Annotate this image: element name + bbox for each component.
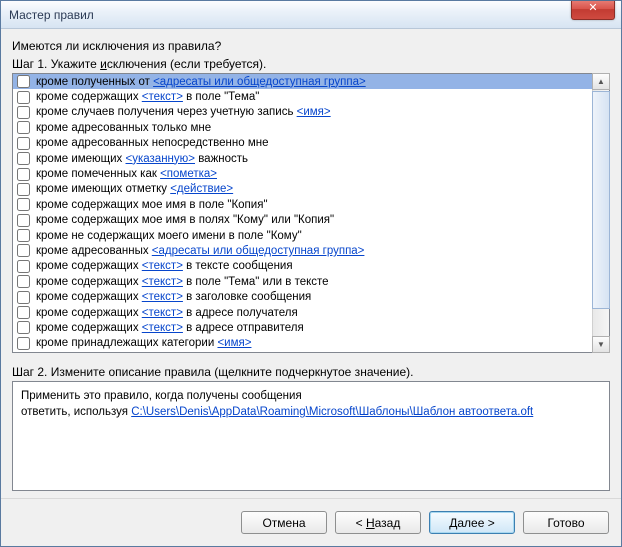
title-bar[interactable]: Мастер правил ✕ (1, 1, 621, 29)
exception-param-link[interactable]: <текст> (142, 276, 183, 288)
exception-text: кроме содержащих <текст> в тексте сообще… (36, 260, 293, 272)
cancel-button[interactable]: Отмена (241, 511, 327, 534)
exception-text: кроме содержащих мое имя в поле "Копия" (36, 199, 268, 211)
exception-checkbox[interactable] (17, 337, 30, 350)
scroll-down-button[interactable]: ▼ (592, 336, 610, 353)
rule-description-box: Применить это правило, когда получены со… (12, 381, 610, 491)
exception-checkbox[interactable] (17, 198, 30, 211)
exception-checkbox[interactable] (17, 75, 30, 88)
exception-text: кроме принадлежащих категории <имя> (36, 337, 251, 349)
exception-row[interactable]: кроме содержащих <текст> в адресе отправ… (13, 320, 592, 335)
exception-checkbox[interactable] (17, 152, 30, 165)
dialog-footer: Отмена < Назад Далее > Готово (1, 498, 621, 546)
close-button[interactable]: ✕ (571, 1, 615, 20)
exceptions-list[interactable]: кроме полученных от <адресаты или общедо… (13, 74, 592, 352)
exception-row[interactable]: кроме случаев получения через учетную за… (13, 105, 592, 120)
exception-checkbox[interactable] (17, 91, 30, 104)
exception-text: кроме содержащих мое имя в полях "Кому" … (36, 214, 334, 226)
exception-row[interactable]: кроме содержащих <текст> в заголовке соо… (13, 289, 592, 304)
template-path-link[interactable]: C:\Users\Denis\AppData\Roaming\Microsoft… (131, 406, 533, 418)
exceptions-listbox: кроме полученных от <адресаты или общедо… (12, 73, 610, 353)
desc-line2: ответить, используя C:\Users\Denis\AppDa… (21, 404, 601, 420)
exception-param-link[interactable]: <текст> (142, 291, 183, 303)
close-icon: ✕ (588, 0, 597, 16)
exception-checkbox[interactable] (17, 321, 30, 334)
step2-label: Шаг 2. Измените описание правила (щелкни… (12, 365, 610, 379)
exception-row[interactable]: кроме имеющих отметку <действие> (13, 182, 592, 197)
scroll-up-button[interactable]: ▲ (592, 73, 610, 90)
exception-row[interactable]: кроме адресованных только мне (13, 120, 592, 135)
exception-row[interactable]: кроме содержащих <текст> в тексте сообще… (13, 259, 592, 274)
exception-row[interactable]: кроме содержащих мое имя в полях "Кому" … (13, 213, 592, 228)
exception-text: кроме случаев получения через учетную за… (36, 106, 331, 118)
exception-checkbox[interactable] (17, 260, 30, 273)
exception-checkbox[interactable] (17, 137, 30, 150)
exception-checkbox[interactable] (17, 291, 30, 304)
desc-line1: Применить это правило, когда получены со… (21, 388, 601, 404)
exception-param-link[interactable]: <действие> (170, 183, 233, 195)
exception-param-link[interactable]: <пометка> (160, 168, 217, 180)
exception-row[interactable]: кроме принадлежащих категории <имя> (13, 336, 592, 351)
exception-checkbox[interactable] (17, 214, 30, 227)
exception-row[interactable]: кроме полученных от <адресаты или общедо… (13, 74, 592, 89)
next-button[interactable]: Далее > (429, 511, 515, 534)
exception-checkbox[interactable] (17, 183, 30, 196)
exception-row[interactable]: кроме адресованных <адресаты или общедос… (13, 243, 592, 258)
exception-text: кроме имеющих отметку <действие> (36, 183, 233, 195)
exception-row[interactable]: кроме имеющих <указанную> важность (13, 151, 592, 166)
exception-checkbox[interactable] (17, 244, 30, 257)
exception-param-link[interactable]: <текст> (142, 260, 183, 272)
scrollbar[interactable]: ▲ ▼ (592, 74, 609, 352)
exception-row[interactable]: кроме содержащих <текст> в поле "Тема" и… (13, 274, 592, 289)
exception-text: кроме содержащих <текст> в заголовке соо… (36, 291, 311, 303)
exception-text: кроме имеющих <указанную> важность (36, 153, 248, 165)
back-button[interactable]: < Назад (335, 511, 421, 534)
dialog-body: Имеются ли исключения из правила? Шаг 1.… (1, 29, 621, 498)
exception-param-link[interactable]: <текст> (142, 91, 183, 103)
exception-param-link[interactable]: <указанную> (126, 153, 195, 165)
rules-wizard-window: Мастер правил ✕ Имеются ли исключения из… (0, 0, 622, 547)
finish-button[interactable]: Готово (523, 511, 609, 534)
exception-checkbox[interactable] (17, 106, 30, 119)
exception-row[interactable]: кроме содержащих <текст> в адресе получа… (13, 305, 592, 320)
exception-checkbox[interactable] (17, 121, 30, 134)
exception-param-link[interactable]: <имя> (217, 337, 251, 349)
exception-param-link[interactable]: <текст> (142, 307, 183, 319)
exception-checkbox[interactable] (17, 168, 30, 181)
exception-text: кроме не содержащих моего имени в поле "… (36, 230, 302, 242)
exception-text: кроме помеченных как <пометка> (36, 168, 217, 180)
scroll-thumb[interactable] (592, 91, 610, 309)
exception-text: кроме содержащих <текст> в поле "Тема" (36, 91, 259, 103)
exception-row[interactable]: кроме содержащих <текст> в поле "Тема" (13, 89, 592, 104)
exception-row[interactable]: кроме адресованных непосредственно мне (13, 136, 592, 151)
exception-checkbox[interactable] (17, 275, 30, 288)
exception-row[interactable]: кроме помеченных как <пометка> (13, 166, 592, 181)
exception-text: кроме содержащих <текст> в адресе получа… (36, 307, 298, 319)
exception-text: кроме содержащих <текст> в поле "Тема" и… (36, 276, 329, 288)
exception-param-link[interactable]: <адресаты или общедоступная группа> (153, 76, 366, 88)
window-title: Мастер правил (9, 8, 94, 22)
exception-text: кроме полученных от <адресаты или общедо… (36, 76, 366, 88)
exception-text: кроме адресованных <адресаты или общедос… (36, 245, 364, 257)
exception-checkbox[interactable] (17, 229, 30, 242)
exception-param-link[interactable]: <текст> (142, 322, 183, 334)
exception-checkbox[interactable] (17, 306, 30, 319)
step1-label: Шаг 1. Укажите исключения (если требуетс… (12, 57, 610, 71)
exception-text: кроме содержащих <текст> в адресе отправ… (36, 322, 304, 334)
exception-row[interactable]: кроме содержащих мое имя в поле "Копия" (13, 197, 592, 212)
exception-text: кроме адресованных только мне (36, 122, 211, 134)
question-text: Имеются ли исключения из правила? (12, 39, 610, 53)
exception-param-link[interactable]: <имя> (297, 106, 331, 118)
exception-text: кроме адресованных непосредственно мне (36, 137, 269, 149)
exception-param-link[interactable]: <адресаты или общедоступная группа> (152, 245, 365, 257)
exception-row[interactable]: кроме не содержащих моего имени в поле "… (13, 228, 592, 243)
